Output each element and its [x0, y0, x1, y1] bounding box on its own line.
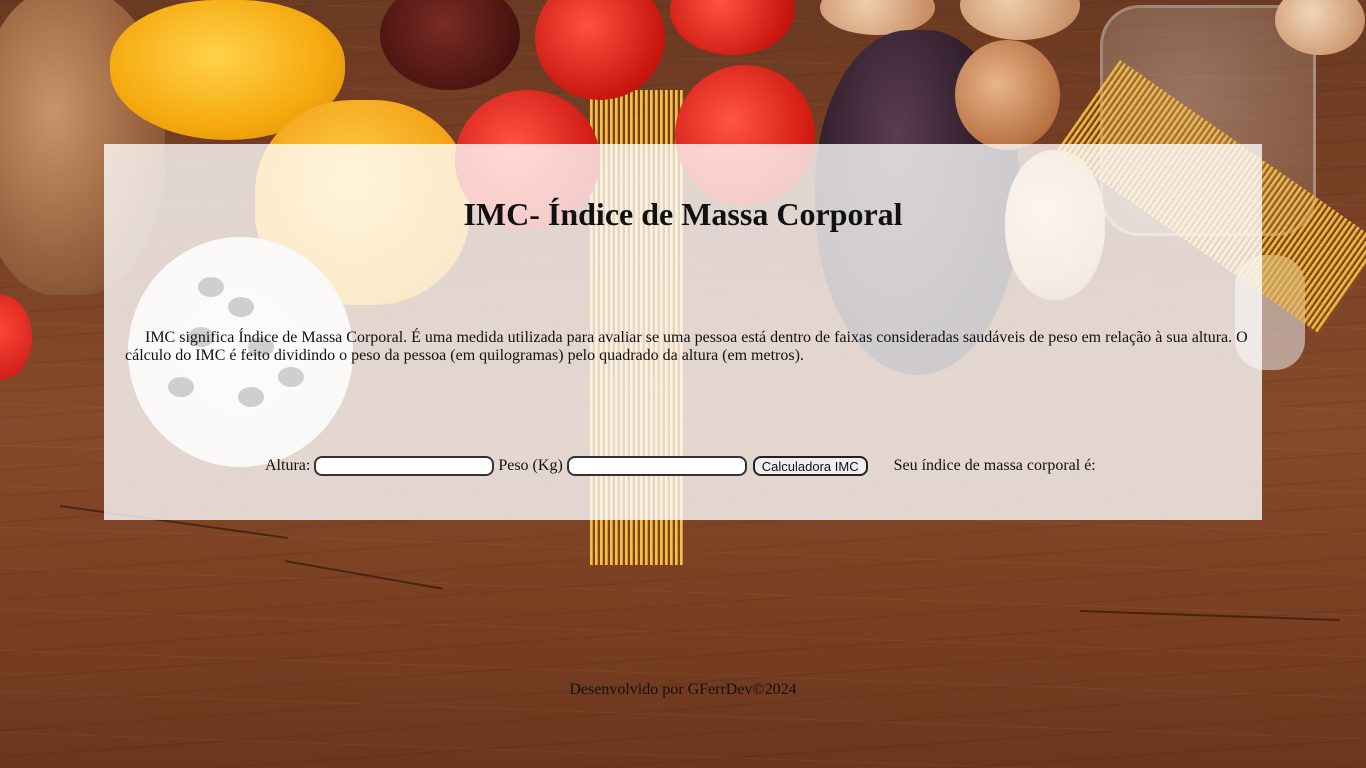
weight-label: Peso (Kg) — [498, 457, 563, 474]
calculate-imc-button[interactable]: Calculadora IMC — [752, 456, 868, 476]
footer-credit: Desenvolvido por GFerrDev©2024 — [569, 681, 797, 698]
result-label: Seu índice de massa corporal é: — [893, 457, 1096, 474]
height-input[interactable] — [314, 456, 495, 476]
height-label: Altura: — [265, 457, 311, 474]
imc-form: Altura: Peso (Kg) Calculadora IMC Seu ín… — [265, 455, 1096, 477]
imc-description: IMC significa Índice de Massa Corporal. … — [125, 329, 1248, 364]
page-title: IMC- Índice de Massa Corporal — [463, 196, 903, 232]
onion-image — [955, 40, 1060, 150]
weight-input[interactable] — [566, 456, 747, 476]
